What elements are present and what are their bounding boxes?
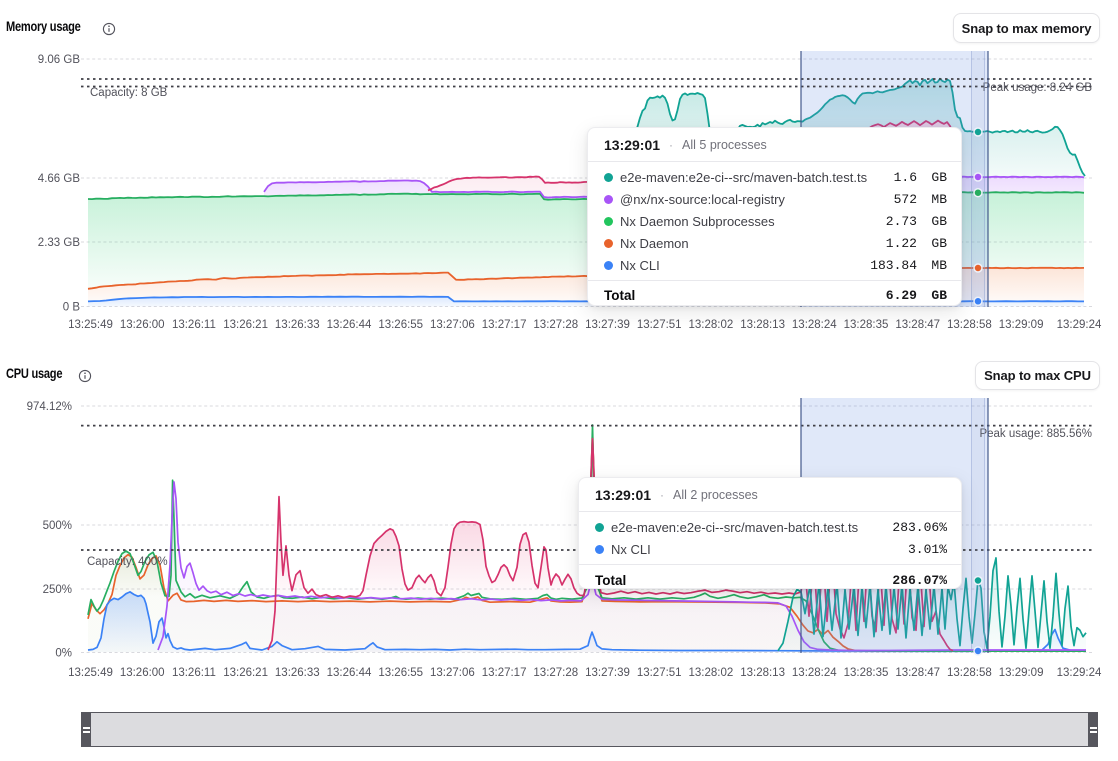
svg-text:13:27:28: 13:27:28 (533, 667, 578, 679)
svg-text:13:26:44: 13:26:44 (327, 319, 372, 331)
svg-text:13:29:24: 13:29:24 (1057, 667, 1102, 679)
svg-text:13:28:02: 13:28:02 (689, 319, 734, 331)
svg-text:4.66 GB: 4.66 GB (38, 173, 81, 185)
svg-text:13:25:49: 13:25:49 (68, 667, 113, 679)
svg-text:13:26:00: 13:26:00 (120, 319, 165, 331)
svg-text:13:28:13: 13:28:13 (740, 667, 785, 679)
svg-text:13:26:55: 13:26:55 (378, 667, 423, 679)
svg-text:13:29:09: 13:29:09 (999, 667, 1044, 679)
svg-text:0%: 0% (55, 648, 72, 660)
svg-text:13:26:00: 13:26:00 (120, 667, 165, 679)
svg-text:13:27:17: 13:27:17 (482, 319, 527, 331)
svg-text:13:28:24: 13:28:24 (792, 667, 837, 679)
svg-text:Capacity: 8 GB: Capacity: 8 GB (90, 87, 168, 99)
svg-text:13:26:21: 13:26:21 (223, 319, 268, 331)
svg-text:Capacity: 400%: Capacity: 400% (87, 556, 168, 568)
svg-text:13:27:06: 13:27:06 (430, 319, 475, 331)
svg-text:13:27:39: 13:27:39 (585, 667, 630, 679)
svg-text:500%: 500% (43, 520, 72, 532)
svg-text:13:26:55: 13:26:55 (378, 319, 423, 331)
svg-text:13:25:49: 13:25:49 (68, 319, 113, 331)
svg-text:9.06 GB: 9.06 GB (38, 54, 81, 66)
svg-text:Peak usage: 885.56%: Peak usage: 885.56% (979, 428, 1092, 440)
svg-text:13:26:21: 13:26:21 (223, 667, 268, 679)
svg-text:13:28:35: 13:28:35 (844, 667, 889, 679)
svg-text:13:26:33: 13:26:33 (275, 319, 320, 331)
svg-text:13:29:24: 13:29:24 (1057, 319, 1102, 331)
svg-text:13:27:51: 13:27:51 (637, 319, 682, 331)
svg-text:13:27:28: 13:27:28 (533, 319, 578, 331)
svg-text:13:28:13: 13:28:13 (740, 319, 785, 331)
svg-text:13:28:47: 13:28:47 (895, 667, 940, 679)
svg-text:13:28:02: 13:28:02 (689, 667, 734, 679)
svg-text:250%: 250% (43, 584, 72, 596)
svg-text:13:26:44: 13:26:44 (327, 667, 372, 679)
svg-text:13:27:06: 13:27:06 (430, 667, 475, 679)
svg-text:13:28:58: 13:28:58 (947, 319, 992, 331)
svg-text:13:26:33: 13:26:33 (275, 667, 320, 679)
svg-text:0 B: 0 B (63, 302, 81, 314)
svg-text:13:27:51: 13:27:51 (637, 667, 682, 679)
svg-text:13:29:09: 13:29:09 (999, 319, 1044, 331)
svg-text:13:28:47: 13:28:47 (895, 319, 940, 331)
svg-text:2.33 GB: 2.33 GB (38, 237, 81, 249)
svg-text:13:26:11: 13:26:11 (172, 667, 216, 679)
svg-text:13:27:17: 13:27:17 (482, 667, 527, 679)
svg-text:13:28:35: 13:28:35 (844, 319, 889, 331)
svg-text:13:26:11: 13:26:11 (172, 319, 216, 331)
svg-text:13:28:24: 13:28:24 (792, 319, 837, 331)
svg-text:13:27:39: 13:27:39 (585, 319, 630, 331)
svg-text:Peak usage: 8.24 GB: Peak usage: 8.24 GB (983, 82, 1093, 94)
svg-text:974.12%: 974.12% (27, 401, 72, 413)
svg-text:13:28:58: 13:28:58 (947, 667, 992, 679)
